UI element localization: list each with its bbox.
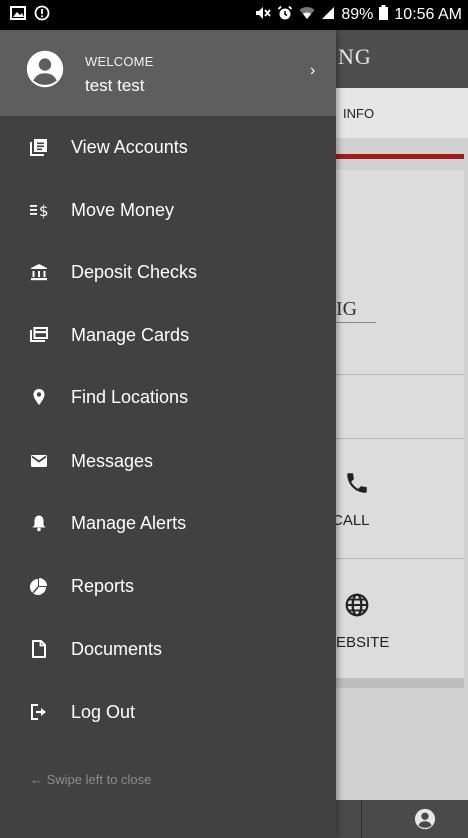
- accounts-icon: [30, 138, 50, 158]
- battery-icon: [379, 5, 389, 25]
- bank-icon: [30, 263, 50, 283]
- menu-item-label: Manage Alerts: [71, 513, 187, 533]
- bank-logo-text: IG: [336, 298, 358, 320]
- clock-time: 10:56 AM: [394, 6, 462, 23]
- location-pin-icon: [30, 388, 50, 408]
- menu-item-reports[interactable]: Reports: [0, 560, 336, 614]
- bell-icon: [30, 514, 50, 534]
- cards-icon: [30, 326, 50, 346]
- menu-item-label: Deposit Checks: [71, 262, 198, 282]
- welcome-label: WELCOME: [85, 54, 154, 69]
- phone-icon[interactable]: [344, 470, 370, 501]
- menu-item-messages[interactable]: Messages: [0, 435, 336, 489]
- signal-icon: [321, 6, 335, 25]
- menu-item-documents[interactable]: Documents: [0, 623, 336, 677]
- swipe-hint: ← Swipe left to close: [30, 772, 152, 787]
- card-bottom-band: [336, 678, 464, 688]
- menu-item-manage-alerts[interactable]: Manage Alerts: [0, 497, 336, 551]
- user-avatar-icon: [26, 50, 64, 93]
- menu-item-label: View Accounts: [71, 137, 188, 157]
- card-divider: [336, 438, 464, 439]
- menu-item-label: Messages: [71, 451, 154, 471]
- svg-text:$: $: [39, 202, 49, 219]
- menu-item-view-accounts[interactable]: View Accounts: [0, 121, 336, 175]
- globe-icon[interactable]: [344, 592, 370, 623]
- envelope-icon: [30, 452, 50, 472]
- battery-percentage: 89%: [341, 6, 374, 23]
- card-divider: [336, 558, 464, 559]
- card-divider: [336, 374, 464, 375]
- menu-item-label: Find Locations: [71, 387, 189, 407]
- call-label[interactable]: CALL: [332, 512, 370, 529]
- menu-item-deposit-checks[interactable]: Deposit Checks: [0, 246, 336, 300]
- drawer-user-header[interactable]: WELCOME test test ›: [0, 30, 336, 116]
- gallery-notification-icon: [10, 5, 26, 25]
- mute-icon: [255, 6, 272, 25]
- wifi-icon: [299, 6, 315, 25]
- logo-underline: [336, 322, 376, 323]
- bottom-nav-separator: [361, 800, 362, 838]
- menu-item-label: Move Money: [71, 200, 175, 220]
- profile-icon[interactable]: [414, 808, 436, 835]
- menu-item-manage-cards[interactable]: Manage Cards: [0, 309, 336, 363]
- menu-item-label: Reports: [71, 576, 135, 596]
- tab-underline: [336, 154, 464, 159]
- document-icon: [30, 640, 50, 660]
- app-header-title: NG: [338, 44, 372, 69]
- status-bar: 89% 10:56 AM: [0, 0, 468, 30]
- menu-item-move-money[interactable]: $ Move Money: [0, 184, 336, 238]
- tab-info[interactable]: INFO: [343, 106, 374, 121]
- alert-notification-icon: [34, 5, 50, 26]
- logout-icon: [30, 703, 50, 723]
- pie-chart-icon: [30, 577, 50, 597]
- menu-item-find-locations[interactable]: Find Locations: [0, 371, 336, 425]
- menu-item-label: Manage Cards: [71, 325, 190, 345]
- user-name: test test: [85, 76, 145, 95]
- navigation-drawer: WELCOME test test › View Accounts $ Move…: [0, 30, 336, 838]
- website-label[interactable]: EBSITE: [336, 634, 389, 651]
- chevron-right-icon[interactable]: ›: [310, 62, 315, 80]
- menu-item-log-out[interactable]: Log Out: [0, 686, 336, 740]
- alarm-icon: [277, 5, 293, 26]
- menu-item-label: Documents: [71, 639, 163, 659]
- move-money-icon: $: [30, 201, 50, 221]
- menu-item-label: Log Out: [71, 702, 136, 722]
